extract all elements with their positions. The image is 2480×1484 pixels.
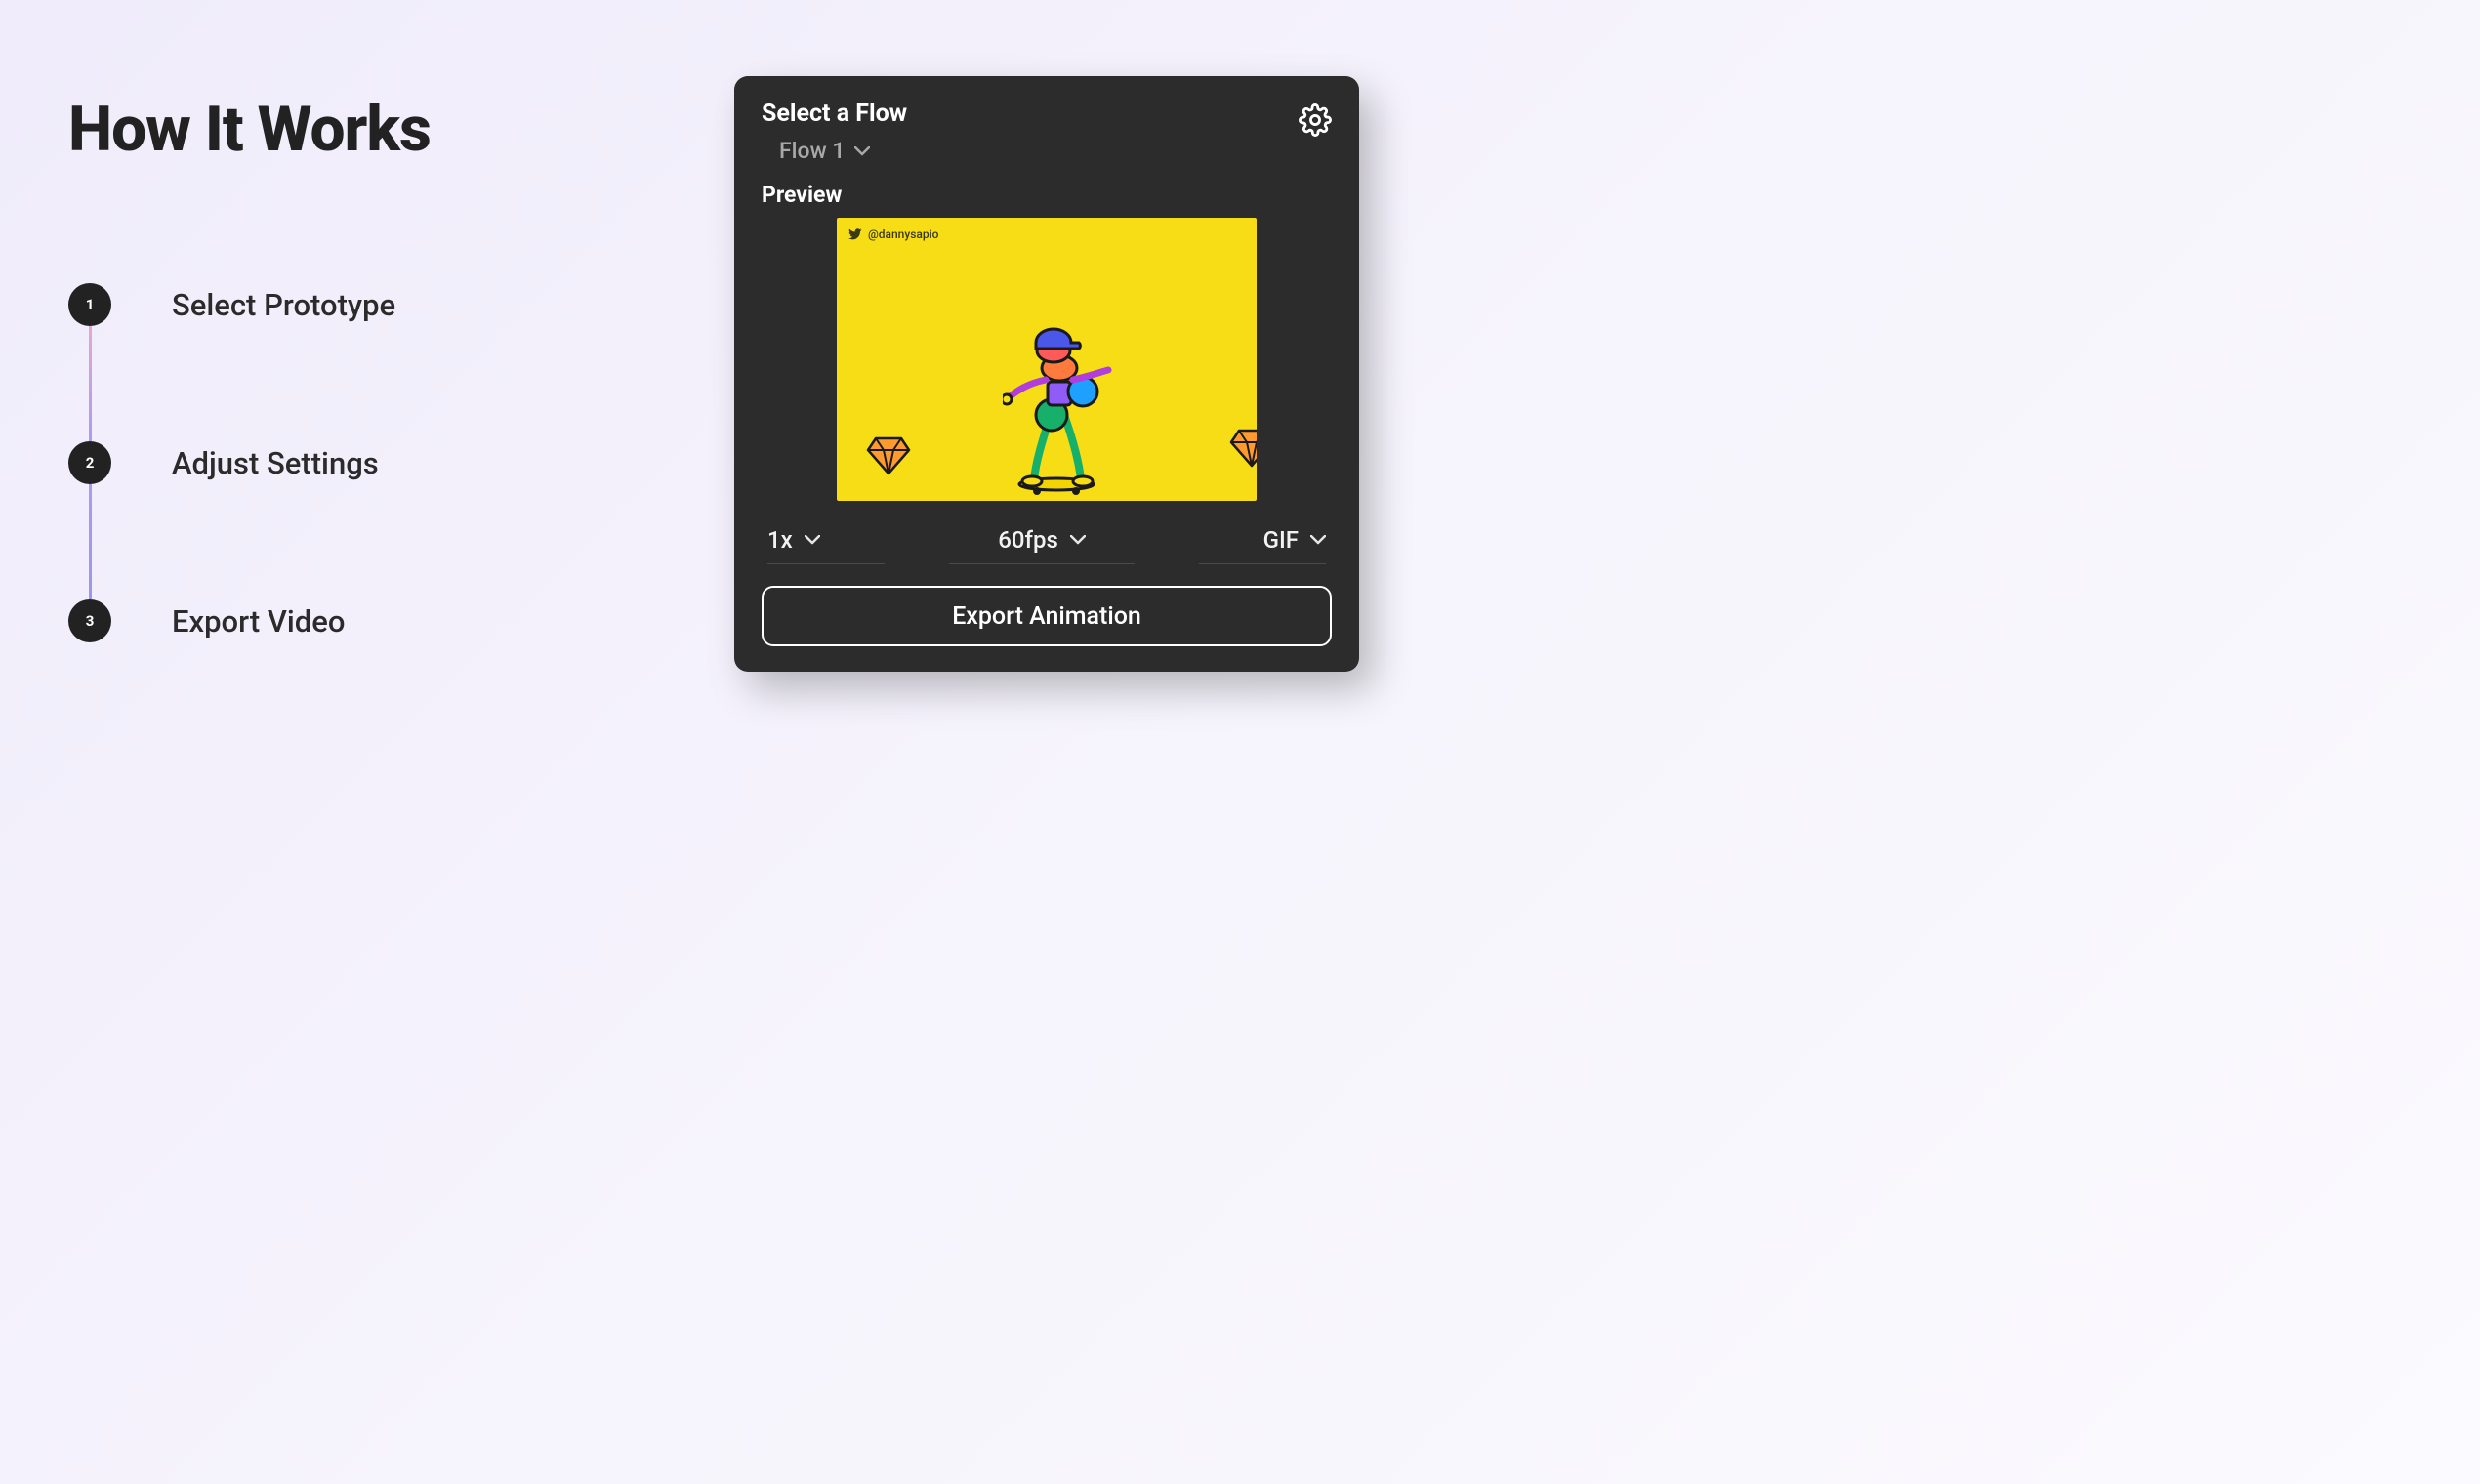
chevron-down-icon [854,146,870,156]
fps-dropdown[interactable]: 60fps [949,526,1135,564]
preview-credit-text: @dannysapio [868,227,939,241]
step-number-badge: 1 [68,283,111,326]
chevron-down-icon [1310,535,1326,545]
flow-dropdown[interactable]: Flow 1 [762,138,870,164]
step-number-badge: 2 [68,441,111,484]
step-label: Adjust Settings [172,445,379,481]
chevron-down-icon [805,535,820,545]
format-value: GIF [1263,526,1299,554]
left-column: How It Works 1 Select Prototype 2 Adjust… [68,93,615,642]
settings-button[interactable] [1299,100,1332,141]
gem-icon [1229,427,1257,472]
steps-list: 1 Select Prototype 2 Adjust Settings 3 E… [68,283,615,642]
step-item: 2 Adjust Settings [68,441,615,484]
flow-selected-label: Flow 1 [779,138,845,164]
step-connector [89,484,92,599]
gem-icon [866,434,911,479]
step-label: Export Video [172,603,345,639]
format-dropdown[interactable]: GIF [1199,526,1326,564]
page-title: How It Works [68,93,615,166]
panel-header-left: Select a Flow Flow 1 [762,100,907,164]
step-label: Select Prototype [172,287,395,323]
fps-value: 60fps [998,526,1058,554]
panel-header: Select a Flow Flow 1 [762,100,1332,164]
step-item: 1 Select Prototype [68,283,615,326]
chevron-down-icon [1070,535,1086,545]
preview-character [1003,325,1120,500]
export-controls-row: 1x 60fps GIF [762,526,1332,564]
panel-title: Select a Flow [762,100,907,128]
scale-value: 1x [767,526,793,554]
preview-canvas: @dannysapio [837,218,1257,501]
twitter-icon [848,228,862,240]
gear-icon [1299,122,1332,141]
preview-label: Preview [762,182,1332,208]
export-animation-button[interactable]: Export Animation [762,586,1332,646]
export-panel: Select a Flow Flow 1 Preview @dannys [734,76,1359,672]
preview-credit: @dannysapio [848,227,939,241]
step-item: 3 Export Video [68,599,615,642]
step-number-badge: 3 [68,599,111,642]
scale-dropdown[interactable]: 1x [767,526,885,564]
step-connector [89,326,92,441]
